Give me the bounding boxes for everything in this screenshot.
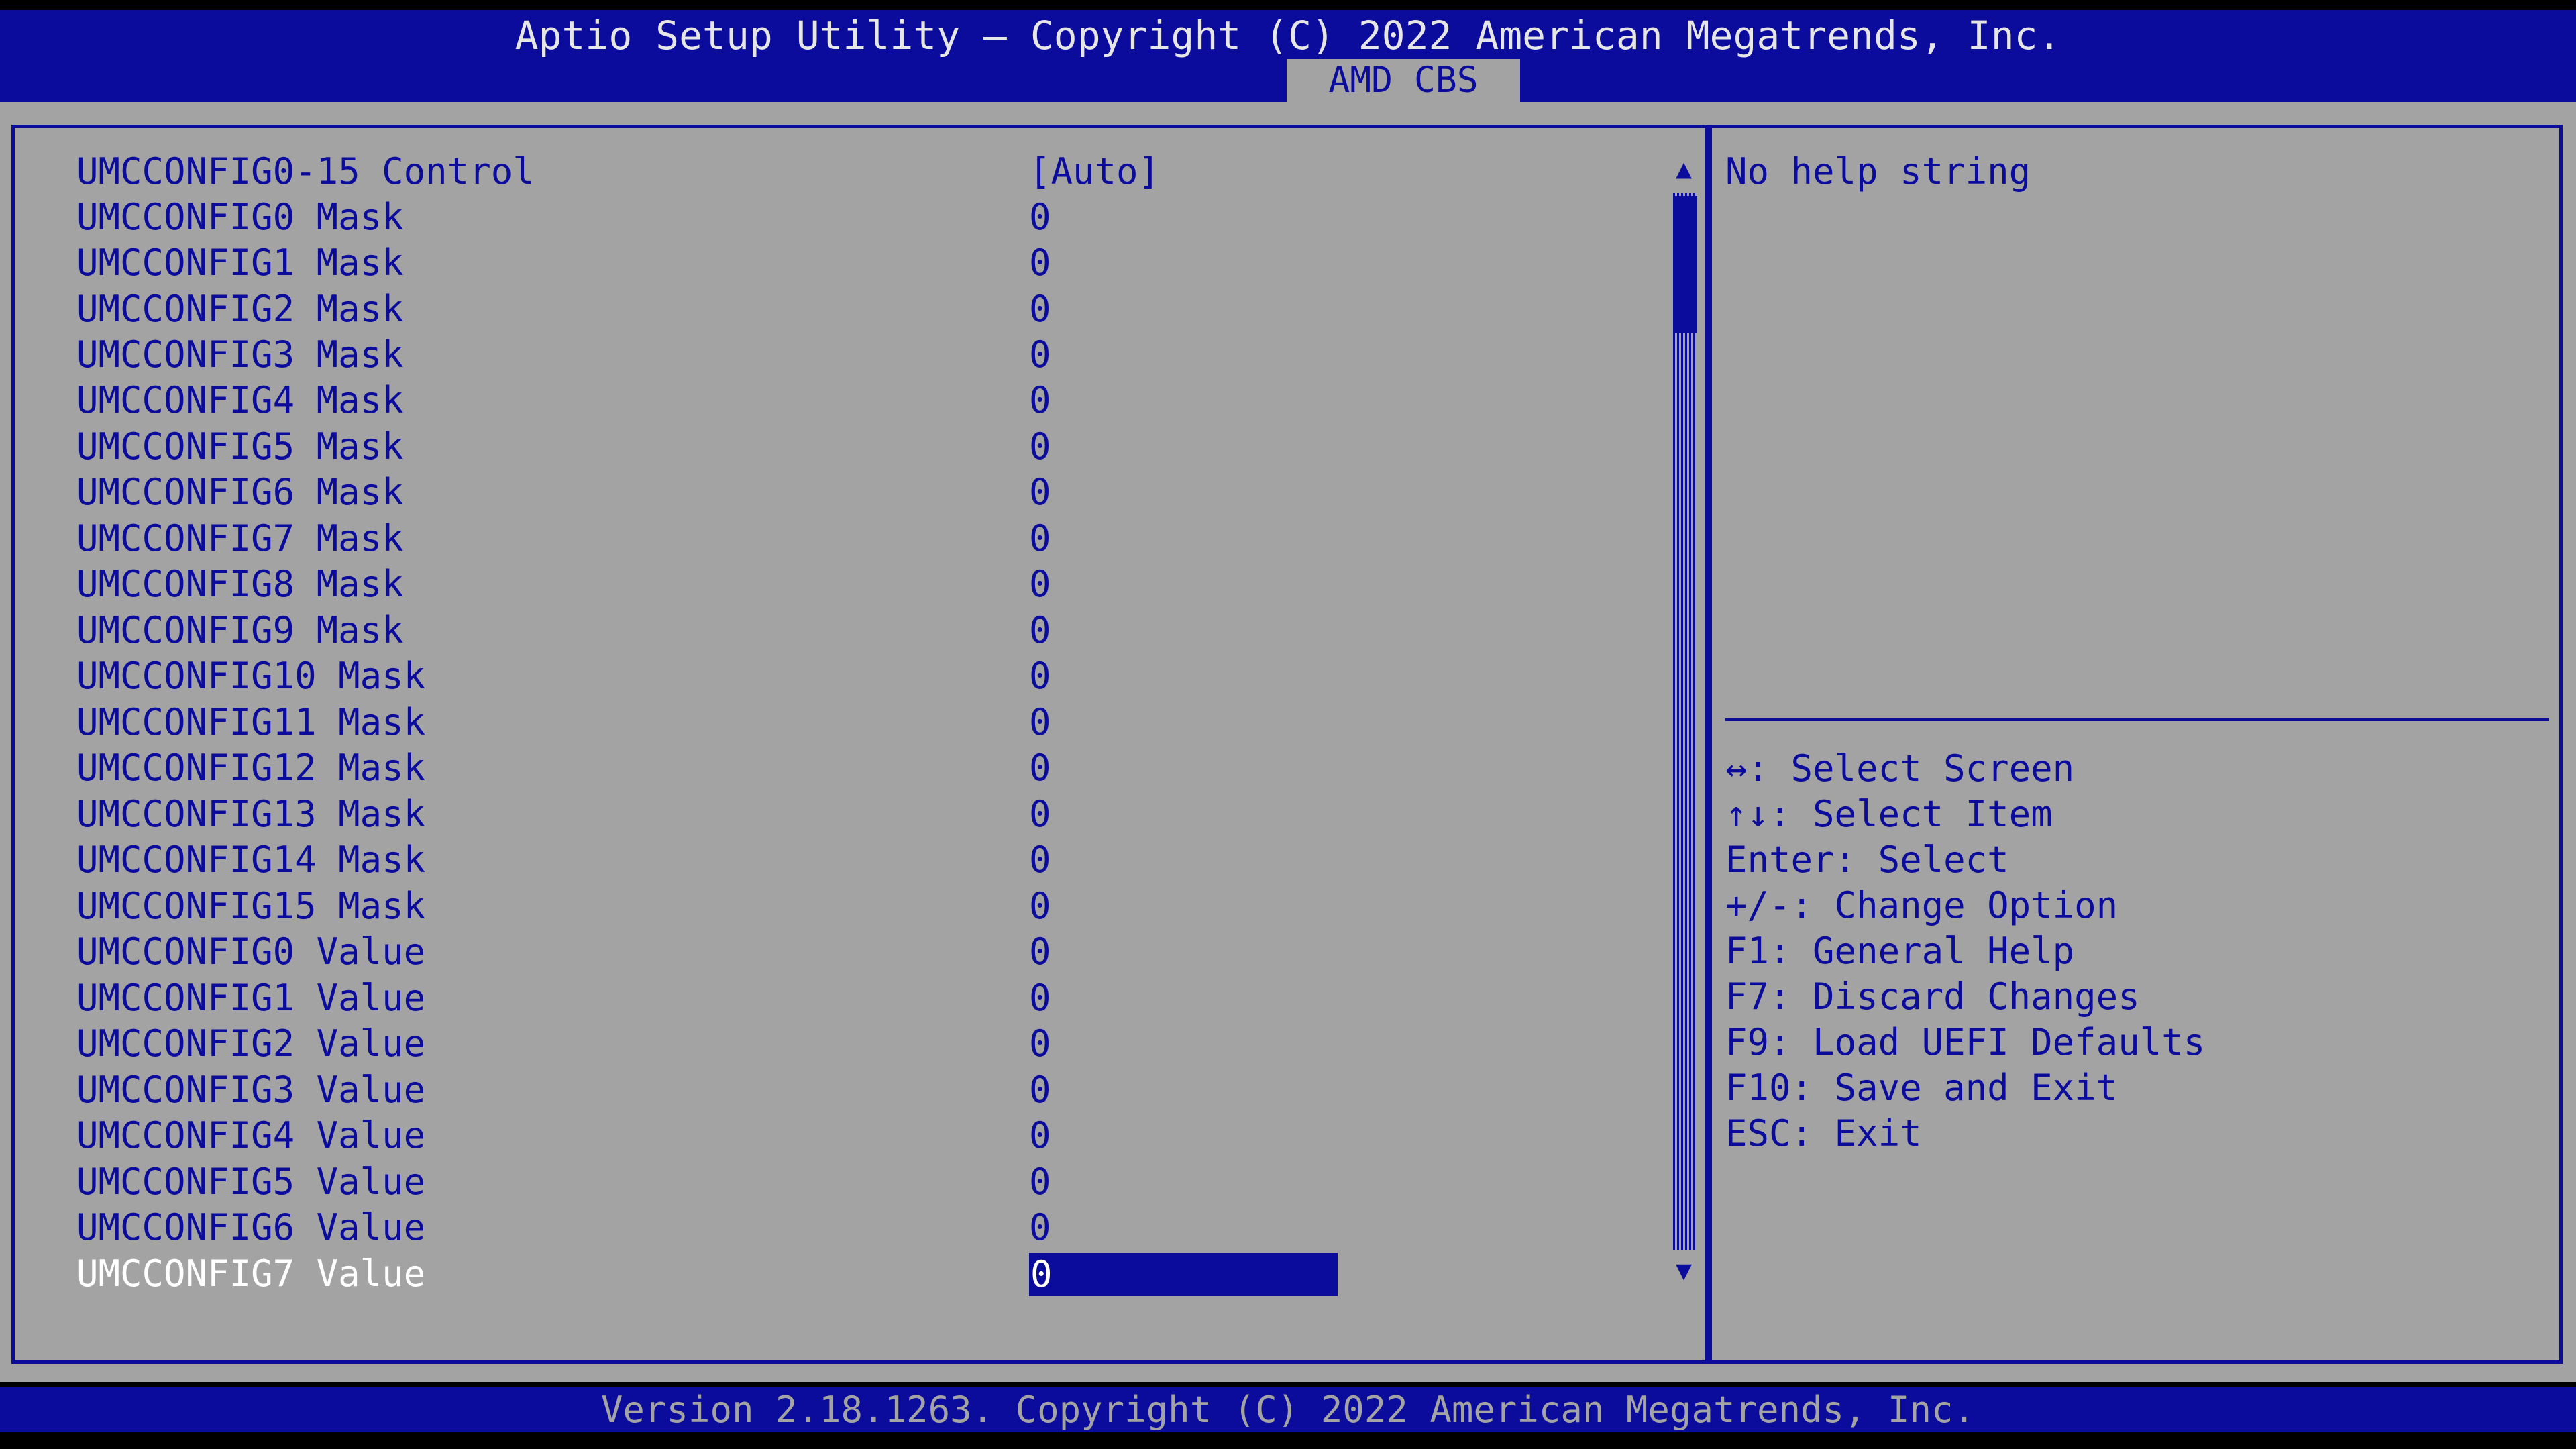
setting-row[interactable]: UMCCONFIG9 Mask 0: [76, 608, 1338, 653]
setting-row[interactable]: UMCCONFIG5 Mask 0: [76, 424, 1338, 470]
setting-label: UMCCONFIG13 Mask: [76, 793, 426, 835]
setting-label: UMCCONFIG10 Mask: [76, 655, 426, 697]
setting-label: UMCCONFIG0 Value: [76, 930, 426, 973]
setting-row[interactable]: UMCCONFIG3 Mask 0: [76, 332, 1338, 378]
setting-label: UMCCONFIG5 Value: [76, 1161, 426, 1203]
setting-label: UMCCONFIG15 Mask: [76, 885, 426, 927]
help-pane: [1709, 125, 2563, 1364]
setting-row-selected[interactable]: UMCCONFIG7 Value 0: [76, 1251, 1338, 1297]
setting-label: UMCCONFIG0 Mask: [76, 196, 404, 238]
key-hint: F1: General Help: [1725, 930, 2075, 972]
setting-value[interactable]: 0: [1029, 516, 1051, 561]
setting-value[interactable]: 0: [1029, 792, 1051, 837]
setting-row[interactable]: UMCCONFIG3 Value 0: [76, 1067, 1338, 1113]
setting-value[interactable]: 0: [1029, 1067, 1051, 1113]
setting-row[interactable]: UMCCONFIG13 Mask 0: [76, 792, 1338, 837]
setting-label: UMCCONFIG8 Mask: [76, 563, 404, 605]
key-hint: ↑↓: Select Item: [1725, 793, 2053, 835]
setting-row[interactable]: UMCCONFIG11 Mask 0: [76, 700, 1338, 745]
tab-amd-cbs[interactable]: AMD CBS: [1287, 59, 1520, 102]
setting-value[interactable]: 0: [1029, 378, 1051, 423]
footer-version: Version 2.18.1263. Copyright (C) 2022 Am…: [0, 1387, 2576, 1432]
scroll-down-arrow-icon[interactable]: ▼: [1669, 1257, 1699, 1284]
setting-label: UMCCONFIG2 Mask: [76, 288, 404, 330]
setting-row[interactable]: UMCCONFIG6 Value 0: [76, 1205, 1338, 1250]
setting-value[interactable]: 0: [1029, 883, 1051, 929]
setting-label: UMCCONFIG4 Mask: [76, 379, 404, 421]
setting-row[interactable]: UMCCONFIG2 Mask 0: [76, 286, 1338, 332]
setting-row[interactable]: UMCCONFIG2 Value 0: [76, 1021, 1338, 1067]
setting-value[interactable]: 0: [1029, 286, 1051, 332]
setting-row[interactable]: UMCCONFIG6 Mask 0: [76, 470, 1338, 515]
scroll-up-arrow-icon[interactable]: ▲: [1669, 156, 1699, 182]
setting-row[interactable]: UMCCONFIG7 Mask 0: [76, 516, 1338, 561]
setting-label: UMCCONFIG1 Mask: [76, 241, 404, 284]
scrollbar-track[interactable]: [1673, 193, 1697, 1250]
setting-value[interactable]: 0: [1029, 1159, 1051, 1205]
setting-row[interactable]: UMCCONFIG0-15 Control [Auto]: [76, 149, 1338, 195]
setting-label: UMCCONFIG7 Value: [76, 1252, 426, 1295]
scrollbar-thumb[interactable]: [1673, 196, 1697, 333]
setting-value[interactable]: 0: [1029, 240, 1051, 286]
setting-label: UMCCONFIG4 Value: [76, 1114, 426, 1157]
setting-value[interactable]: 0: [1029, 653, 1051, 699]
setting-value[interactable]: 0: [1029, 608, 1051, 653]
setting-value[interactable]: 0: [1029, 1113, 1051, 1159]
setting-label: UMCCONFIG3 Mask: [76, 333, 404, 376]
key-legend: ↔: Select Screen ↑↓: Select Item Enter: …: [1725, 746, 2205, 1157]
setting-value[interactable]: 0: [1029, 561, 1051, 607]
setting-label: UMCCONFIG3 Value: [76, 1069, 426, 1111]
setting-row[interactable]: UMCCONFIG0 Mask 0: [76, 195, 1338, 240]
help-string: No help string: [1725, 150, 2031, 193]
setting-row[interactable]: UMCCONFIG1 Value 0: [76, 975, 1338, 1021]
setting-row[interactable]: UMCCONFIG5 Value 0: [76, 1159, 1338, 1205]
key-hint: Enter: Select: [1725, 839, 2009, 881]
setting-label: UMCCONFIG7 Mask: [76, 517, 404, 559]
setting-value[interactable]: 0: [1029, 700, 1051, 745]
key-hint: ↔: Select Screen: [1725, 747, 2075, 790]
key-hint: F10: Save and Exit: [1725, 1067, 2118, 1109]
setting-label: UMCCONFIG0-15 Control: [76, 150, 535, 193]
setting-value[interactable]: 0: [1029, 745, 1051, 791]
setting-value[interactable]: 0: [1029, 1021, 1051, 1067]
setting-value[interactable]: 0: [1029, 929, 1051, 975]
setting-row[interactable]: UMCCONFIG4 Mask 0: [76, 378, 1338, 423]
setting-label: UMCCONFIG1 Value: [76, 977, 426, 1019]
setting-value[interactable]: 0: [1029, 975, 1051, 1021]
key-hint: ESC: Exit: [1725, 1112, 1922, 1155]
key-hint: F9: Load UEFI Defaults: [1725, 1021, 2206, 1063]
setting-row[interactable]: UMCCONFIG8 Mask 0: [76, 561, 1338, 607]
help-divider: [1725, 718, 2549, 721]
setting-label: UMCCONFIG6 Value: [76, 1206, 426, 1248]
setting-row[interactable]: UMCCONFIG4 Value 0: [76, 1113, 1338, 1159]
setting-row[interactable]: UMCCONFIG15 Mask 0: [76, 883, 1338, 929]
setting-value[interactable]: 0: [1029, 332, 1051, 378]
setting-label: UMCCONFIG12 Mask: [76, 747, 426, 789]
setting-label: UMCCONFIG6 Mask: [76, 471, 404, 513]
setting-label: UMCCONFIG9 Mask: [76, 609, 404, 651]
setting-row[interactable]: UMCCONFIG10 Mask 0: [76, 653, 1338, 699]
setting-row[interactable]: UMCCONFIG14 Mask 0: [76, 837, 1338, 883]
setting-value-selected[interactable]: 0: [1029, 1253, 1338, 1296]
setting-value[interactable]: 0: [1029, 837, 1051, 883]
setting-label: UMCCONFIG14 Mask: [76, 839, 426, 881]
setting-label: UMCCONFIG5 Mask: [76, 425, 404, 468]
setting-label: UMCCONFIG11 Mask: [76, 701, 426, 743]
setting-value[interactable]: 0: [1029, 195, 1051, 240]
setting-label: UMCCONFIG2 Value: [76, 1022, 426, 1065]
setting-row[interactable]: UMCCONFIG1 Mask 0: [76, 240, 1338, 286]
setting-row[interactable]: UMCCONFIG0 Value 0: [76, 929, 1338, 975]
setting-value[interactable]: 0: [1029, 470, 1051, 515]
key-hint: +/-: Change Option: [1725, 884, 2118, 926]
key-hint: F7: Discard Changes: [1725, 975, 2140, 1018]
setting-value[interactable]: 0: [1029, 1205, 1051, 1250]
setting-value[interactable]: [Auto]: [1029, 149, 1160, 195]
setting-value[interactable]: 0: [1029, 424, 1051, 470]
setting-row[interactable]: UMCCONFIG12 Mask 0: [76, 745, 1338, 791]
header-title: Aptio Setup Utility – Copyright (C) 2022…: [515, 13, 2061, 58]
